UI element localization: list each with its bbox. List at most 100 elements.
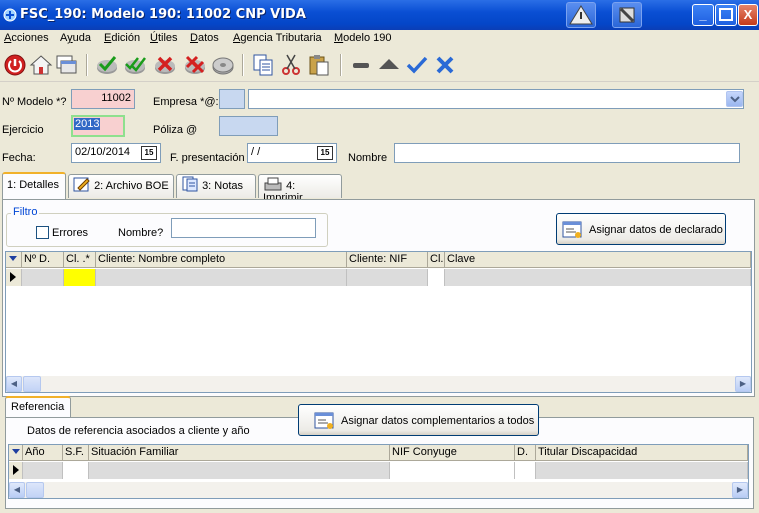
scroll-thumb[interactable] — [23, 376, 41, 392]
maximize-button[interactable] — [715, 4, 737, 26]
check-icon[interactable] — [404, 52, 430, 78]
filtro-nombre-label: Nombre? — [118, 227, 164, 239]
grid-cell[interactable] — [22, 269, 64, 286]
power-icon[interactable] — [2, 52, 28, 78]
ejercicio-value: 2013 — [74, 118, 101, 130]
tab-archivo-boe[interactable]: 2: Archivo BOE — [68, 174, 174, 198]
menu-bar: Acciones Ayuda Edición Útiles Datos Agen… — [0, 30, 759, 48]
grid-cell[interactable] — [63, 462, 89, 479]
menu-utiles[interactable]: Útiles — [150, 32, 178, 44]
delete-red-icon[interactable] — [152, 52, 178, 78]
tab-imprimir[interactable]: 4: Imprimir — [258, 174, 342, 204]
poliza-field[interactable] — [219, 116, 278, 136]
paste-icon[interactable] — [306, 52, 332, 78]
horizontal-scrollbar[interactable]: ◀ ▶ — [9, 482, 748, 498]
calendar-icon[interactable]: 15 — [141, 146, 157, 160]
window-title: FSC_190: Modelo 190: 11002 CNP VIDA — [20, 7, 306, 22]
column-header[interactable]: Cl. — [428, 252, 445, 268]
filtro-legend: Filtro — [11, 206, 40, 218]
row-indicator[interactable] — [9, 462, 23, 479]
grid-cell[interactable] — [428, 269, 445, 286]
row-indicator[interactable] — [6, 269, 22, 286]
grid-cell[interactable] — [89, 462, 390, 479]
close-button[interactable]: X — [738, 4, 758, 26]
check-green-icon[interactable] — [94, 52, 120, 78]
title-bar: FSC_190: Modelo 190: 11002 CNP VIDA _ X — [0, 0, 759, 30]
minus-icon[interactable] — [348, 52, 374, 78]
asignar-complementarios-label: Asignar datos complementarios a todos — [341, 415, 535, 427]
empresa-code-field[interactable] — [219, 89, 245, 109]
grid-cell[interactable] — [390, 462, 515, 479]
column-header[interactable]: NIF Conyuge — [390, 445, 515, 461]
menu-modelo-190[interactable]: Modelo 190 — [334, 32, 392, 44]
asignar-declarado-button[interactable]: Asignar datos de declarado — [556, 213, 726, 245]
disc-icon[interactable] — [210, 52, 236, 78]
minimize-button[interactable]: _ — [692, 4, 714, 26]
delete-double-icon[interactable] — [182, 52, 208, 78]
printer-icon — [264, 177, 282, 191]
filter-arrow-icon — [12, 449, 20, 454]
grid-cell[interactable] — [536, 462, 748, 479]
tab-referencia[interactable]: Referencia — [5, 396, 71, 418]
grid-cell[interactable] — [23, 462, 63, 479]
tab-detalles[interactable]: 1: Detalles — [2, 172, 66, 200]
nombre-field[interactable] — [394, 143, 740, 163]
tab-label: 1: Detalles — [7, 179, 59, 191]
grid-corner — [9, 445, 23, 461]
calendar-icon[interactable]: 15 — [317, 146, 333, 160]
cancel-icon[interactable] — [432, 52, 458, 78]
scroll-right-button[interactable]: ▶ — [735, 376, 751, 392]
errores-label: Errores — [52, 227, 89, 239]
menu-datos[interactable]: Datos — [190, 32, 219, 44]
horizontal-scrollbar[interactable]: ◀ ▶ — [6, 376, 751, 392]
menu-acciones[interactable]: Acciones — [4, 32, 49, 44]
grid-cell[interactable] — [445, 269, 751, 286]
windows-icon[interactable] — [54, 52, 80, 78]
column-header[interactable]: Año — [23, 445, 63, 461]
scroll-right-button[interactable]: ▶ — [732, 482, 748, 498]
pencil-icon — [73, 177, 90, 192]
empresa-dropdown-button[interactable] — [726, 91, 743, 107]
scroll-left-button[interactable]: ◀ — [9, 482, 25, 498]
check-double-icon[interactable] — [122, 52, 148, 78]
detalles-grid: Nº D. Cl. .* Cliente: Nombre completo Cl… — [5, 251, 752, 393]
scroll-left-button[interactable]: ◀ — [6, 376, 22, 392]
ejercicio-label: Ejercicio — [2, 124, 44, 136]
menu-edicion[interactable]: Edición — [104, 32, 140, 44]
column-header[interactable]: Cl. .* — [64, 252, 96, 268]
tab-label: 3: Notas — [202, 180, 244, 192]
column-header[interactable]: D. — [515, 445, 536, 461]
column-header[interactable]: Titular Discapacidad — [536, 445, 748, 461]
column-header[interactable]: Nº D. — [22, 252, 64, 268]
menu-agencia-tributaria[interactable]: Agencia Tributaria — [233, 32, 322, 44]
empresa-select[interactable] — [248, 89, 744, 109]
copy-icon[interactable] — [250, 52, 276, 78]
toolbar — [0, 48, 759, 82]
grid-cell[interactable] — [515, 462, 536, 479]
tab-notas[interactable]: 3: Notas — [176, 174, 256, 198]
grid-cell[interactable] — [96, 269, 347, 286]
tab-label: Referencia — [11, 401, 65, 413]
column-header[interactable]: Cliente: Nombre completo — [96, 252, 347, 268]
chevron-down-icon — [730, 96, 740, 103]
grid-cell[interactable] — [347, 269, 428, 286]
home-icon[interactable] — [28, 52, 54, 78]
column-header[interactable]: Situación Familiar — [89, 445, 390, 461]
ejercicio-field[interactable]: 2013 — [71, 115, 125, 137]
column-header[interactable]: S.F. — [63, 445, 89, 461]
menu-ayuda[interactable]: Ayuda — [60, 32, 91, 44]
warning-icon[interactable] — [566, 2, 596, 28]
scroll-thumb[interactable] — [26, 482, 44, 498]
filtro-nombre-field[interactable] — [171, 218, 316, 238]
tools-icon[interactable] — [612, 2, 642, 28]
column-header[interactable]: Clave — [445, 252, 751, 268]
referencia-grid: Año S.F. Situación Familiar NIF Conyuge … — [8, 444, 749, 499]
cut-icon[interactable] — [278, 52, 304, 78]
modelo-field[interactable]: 11002 — [71, 89, 135, 109]
errores-checkbox[interactable] — [36, 226, 49, 239]
up-icon[interactable] — [376, 52, 402, 78]
asignar-complementarios-button[interactable]: Asignar datos complementarios a todos — [298, 404, 539, 436]
column-header[interactable]: Cliente: NIF — [347, 252, 428, 268]
notes-icon — [182, 176, 198, 192]
grid-cell-selected[interactable] — [64, 269, 96, 286]
